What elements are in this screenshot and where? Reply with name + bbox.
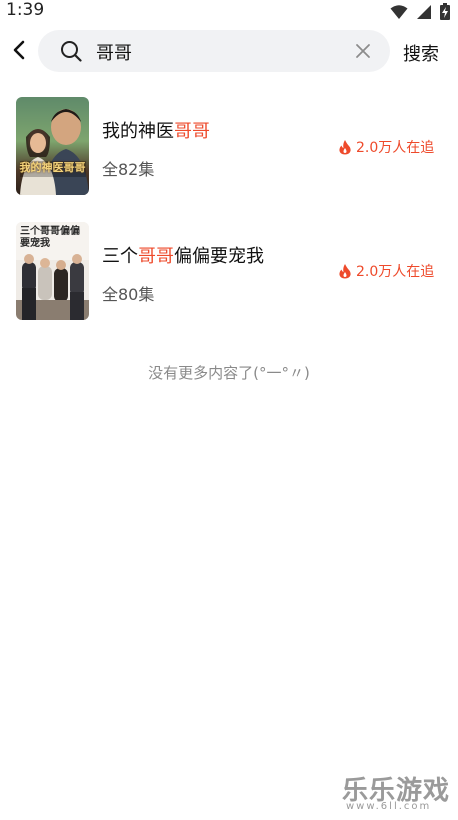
- wifi-icon: [390, 4, 408, 19]
- watermark-url: www.6ll.com: [346, 801, 432, 812]
- status-time: 1:39: [6, 0, 45, 20]
- hot-count: 2.0万人在追: [356, 264, 435, 280]
- episode-count: 全82集: [102, 160, 155, 179]
- hot-count: 2.0万人在追: [356, 140, 435, 156]
- episode-count: 全80集: [102, 285, 155, 304]
- back-button[interactable]: [8, 38, 30, 62]
- flame-icon: [339, 264, 351, 279]
- title-prefix: 我的神医: [102, 121, 174, 142]
- search-box: [38, 30, 390, 72]
- poster-title-text: 我的神医哥哥: [19, 161, 86, 174]
- chevron-left-icon: [13, 40, 25, 60]
- hot-indicator: 2.0万人在追: [338, 261, 434, 281]
- title-highlight: 哥哥: [138, 246, 174, 267]
- flame-icon: [339, 140, 351, 155]
- search-input[interactable]: [94, 36, 348, 68]
- search-button[interactable]: 搜索: [403, 40, 439, 66]
- title-suffix: 偏偏要宠我: [174, 246, 264, 267]
- result-title: 我的神医哥哥: [102, 117, 210, 143]
- hot-indicator: 2.0万人在追: [338, 137, 434, 157]
- poster-image: 三个哥哥偏偏要宠我: [16, 222, 89, 320]
- poster-image: 我的神医哥哥: [16, 97, 89, 195]
- poster-title-text: 三个哥哥偏偏要宠我: [20, 226, 80, 249]
- title-prefix: 三个: [102, 246, 138, 267]
- result-item[interactable]: 三个哥哥偏偏要宠我 三个哥哥偏偏要宠我 全80集 2.0万人在追: [0, 222, 458, 326]
- watermark-logo: 乐乐游戏 www.6ll.com: [342, 770, 454, 816]
- search-icon: [61, 41, 82, 62]
- result-title: 三个哥哥偏偏要宠我: [102, 242, 264, 268]
- end-of-list-message: 没有更多内容了(°一°〃): [148, 364, 310, 382]
- search-row: 搜索: [0, 28, 458, 74]
- status-bar: 1:39: [0, 0, 458, 24]
- result-item[interactable]: 我的神医哥哥 我的神医哥哥 全82集 2.0万人在追: [0, 97, 458, 201]
- signal-icon: [417, 4, 431, 19]
- title-highlight: 哥哥: [174, 121, 210, 142]
- status-icons: [390, 3, 450, 20]
- battery-charging-icon: [440, 3, 450, 20]
- clear-icon[interactable]: [354, 42, 372, 60]
